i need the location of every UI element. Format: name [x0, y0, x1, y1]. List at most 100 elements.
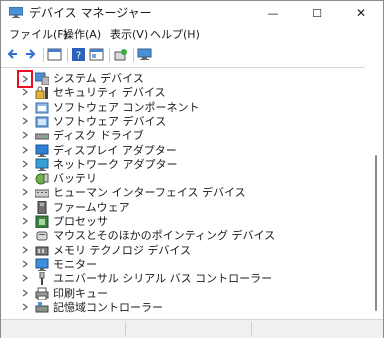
firmware-icon [37, 200, 47, 214]
processor-icon [35, 215, 49, 228]
scan-hardware-button[interactable] [137, 47, 153, 63]
expand-chevron-icon[interactable] [19, 114, 31, 128]
window-title: デバイス マネージャー [29, 6, 152, 20]
tree-item-label: 記憶域コントローラー [53, 300, 163, 314]
menu-bar: ファイル(F) 操作(A) 表示(V) ヘルプ(H) [1, 25, 383, 45]
chevron-right-icon [22, 288, 29, 297]
tree-item-label: ファームウェア [53, 200, 130, 214]
tree-item-label: ネットワーク アダプター [53, 157, 178, 171]
chevron-right-icon [22, 117, 29, 125]
chevron-right-icon [22, 103, 29, 111]
minimize-button[interactable]: — [251, 1, 295, 25]
memory-technology-icon [35, 246, 49, 256]
tree-item-label: システム デバイス [53, 72, 144, 85]
storage-controller-icon [35, 301, 49, 313]
chevron-right-icon [22, 246, 29, 254]
scan-hardware-icon [137, 48, 152, 60]
tree-item-label: メモリ テクノロジ デバイス [53, 243, 192, 257]
expand-chevron-icon[interactable] [19, 143, 31, 157]
expand-chevron-icon[interactable] [19, 157, 31, 171]
update-driver-button[interactable] [113, 47, 129, 63]
expand-chevron-icon[interactable] [19, 214, 31, 228]
vertical-scrollbar[interactable] [371, 67, 381, 319]
expand-chevron-icon[interactable] [19, 85, 31, 99]
minimize-icon: — [267, 6, 279, 20]
chevron-right-icon [22, 145, 29, 154]
expand-chevron-icon[interactable] [19, 300, 31, 314]
forward-button[interactable] [23, 47, 39, 63]
status-bar [1, 319, 383, 338]
close-icon: ✕ [355, 6, 367, 20]
expand-chevron-icon[interactable] [19, 257, 31, 271]
chevron-right-icon [22, 160, 29, 168]
tree-item-label: ヒューマン インターフェイス デバイス [53, 186, 246, 200]
tree-item[interactable]: 記憶域コントローラー [1, 300, 365, 316]
action-pane-button[interactable] [89, 47, 105, 63]
tree-item-label: プロセッサ [53, 215, 108, 228]
title-bar[interactable]: デバイス マネージャー — ☐ ✕ [1, 1, 383, 25]
disk-drive-icon [35, 133, 49, 140]
chevron-right-icon [22, 303, 29, 311]
tree-item-label: マウスとそのほかのポインティング デバイス [53, 229, 276, 243]
properties-button[interactable] [47, 47, 63, 63]
maximize-button[interactable]: ☐ [295, 1, 339, 25]
expand-chevron-icon[interactable] [19, 286, 31, 300]
expand-chevron-icon[interactable] [19, 100, 31, 114]
forward-icon [26, 49, 36, 59]
close-button[interactable]: ✕ [339, 1, 383, 25]
menu-file[interactable]: ファイル(F) [9, 27, 68, 43]
software-components-icon [35, 102, 49, 114]
expand-chevron-icon[interactable] [19, 185, 31, 199]
security-devices-icon [35, 86, 48, 100]
action-pane-icon [89, 48, 104, 61]
system-devices-icon [35, 72, 49, 85]
expand-chevron-icon[interactable] [19, 200, 31, 214]
hid-icon [35, 189, 49, 198]
status-divider [251, 322, 253, 336]
toolbar: ? [1, 45, 383, 65]
monitor-icon [35, 258, 49, 271]
mouse-icon [36, 231, 48, 241]
device-tree[interactable]: システム デバイス セキュリティ デバイス ソフトウェア コンポーネント ソフトウェア… [1, 67, 365, 318]
tree-item-label: ディスプレイ アダプター [53, 143, 177, 157]
chevron-right-icon [22, 217, 29, 225]
menu-action[interactable]: 操作(A) [63, 27, 101, 43]
expand-chevron-icon[interactable] [19, 171, 31, 185]
chevron-right-icon [22, 260, 29, 268]
tree-item-label: 印刷キュー [53, 286, 108, 300]
software-devices-icon [35, 116, 49, 128]
help-button[interactable]: ? [71, 47, 87, 63]
scrollbar-thumb[interactable] [375, 155, 377, 311]
print-queue-icon [35, 287, 49, 300]
menu-help[interactable]: ヘルプ(H) [150, 27, 200, 43]
chevron-right-icon [22, 131, 29, 139]
update-driver-icon [114, 49, 127, 61]
help-icon: ? [72, 48, 85, 62]
toolbar-separator [109, 48, 110, 62]
chevron-right-icon [22, 75, 29, 83]
display-adapter-icon [35, 144, 49, 157]
tree-item-label: ソフトウェア デバイス [53, 114, 167, 128]
battery-icon [35, 173, 49, 185]
expand-chevron-icon[interactable] [19, 271, 31, 285]
tree-item-label: ユニバーサル シリアル バス コントローラー [53, 272, 273, 286]
chevron-right-icon [22, 274, 29, 282]
device-manager-window: デバイス マネージャー — ☐ ✕ ファイル(F) 操作(A) 表示(V) ヘルプ(H) … [0, 0, 384, 338]
status-divider [125, 322, 127, 336]
tree-item-label: ソフトウェア コンポーネント [53, 100, 200, 114]
expand-chevron-icon[interactable] [19, 243, 31, 257]
toolbar-separator [67, 48, 68, 62]
properties-icon [47, 48, 62, 61]
chevron-right-icon [22, 188, 29, 196]
chevron-right-icon [22, 174, 29, 182]
chevron-right-icon [22, 88, 29, 96]
menu-view[interactable]: 表示(V) [110, 27, 148, 43]
back-icon [7, 49, 17, 59]
tree-item-label: ディスク ドライブ [53, 129, 144, 143]
expand-chevron-icon[interactable] [19, 128, 31, 142]
expand-chevron-icon[interactable] [19, 228, 31, 242]
usb-controller-icon [39, 272, 45, 286]
toolbar-separator [133, 48, 134, 62]
maximize-icon: ☐ [312, 6, 322, 20]
back-button[interactable] [5, 47, 21, 63]
